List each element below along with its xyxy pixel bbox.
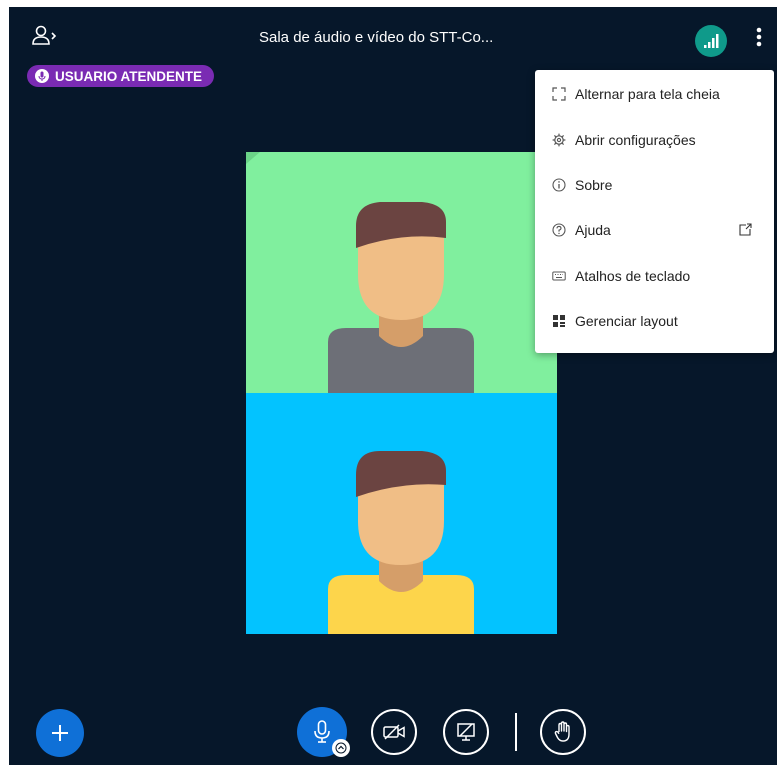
help-icon: [552, 223, 566, 237]
menu-item-help[interactable]: Ajuda: [535, 212, 774, 248]
menu-item-manage-layout[interactable]: Gerenciar layout: [535, 303, 774, 339]
share-camera-button[interactable]: [371, 709, 417, 755]
menu-item-shortcuts[interactable]: Atalhos de teclado: [535, 258, 774, 294]
actions-bar: [9, 697, 777, 765]
toolbar-divider: [515, 713, 517, 751]
layout-icon: [553, 315, 565, 327]
menu-item-settings[interactable]: Abrir configurações: [535, 122, 774, 158]
fullscreen-icon: [552, 87, 566, 101]
audio-settings-button[interactable]: [332, 739, 350, 757]
video-tile-1[interactable]: [246, 152, 557, 393]
menu-item-label: Atalhos de teclado: [575, 268, 691, 284]
signal-bars-icon: [704, 34, 719, 48]
microphone-icon: [314, 720, 330, 743]
keyboard-icon: [552, 271, 566, 281]
microphone-icon: [35, 69, 49, 83]
avatar: [328, 451, 474, 634]
screen-share-button[interactable]: [443, 709, 489, 755]
info-icon: [552, 178, 566, 192]
video-area: [246, 152, 557, 634]
menu-item-label: Gerenciar layout: [575, 313, 678, 329]
menu-item-label: Alternar para tela cheia: [575, 86, 720, 102]
more-vertical-icon: [756, 27, 762, 47]
menu-item-label: Abrir configurações: [575, 132, 696, 148]
avatar: [246, 152, 474, 393]
menu-item-fullscreen[interactable]: Alternar para tela cheia: [535, 76, 774, 112]
desktop-off-icon: [457, 723, 475, 741]
options-menu-button[interactable]: [751, 23, 767, 51]
raise-hand-button[interactable]: [540, 709, 586, 755]
video-tile-2[interactable]: [246, 393, 557, 634]
hand-icon: [554, 721, 570, 742]
connection-status-button[interactable]: [695, 25, 727, 57]
external-link-icon: [739, 223, 752, 236]
talking-user-name: USUARIO ATENDENTE: [55, 68, 203, 84]
gear-icon: [552, 133, 566, 147]
options-menu: Alternar para tela cheia Abrir configura…: [535, 70, 774, 353]
plus-icon: [52, 725, 68, 741]
user-list-icon: [32, 25, 57, 45]
conference-window: Sala de áudio e vídeo do STT-Co... USUAR…: [9, 7, 777, 765]
menu-item-label: Ajuda: [575, 222, 611, 238]
menu-item-about[interactable]: Sobre: [535, 167, 774, 203]
talking-indicator: USUARIO ATENDENTE: [27, 65, 215, 87]
top-bar: Sala de áudio e vídeo do STT-Co...: [9, 7, 777, 67]
chevron-up-icon: [335, 742, 347, 754]
menu-item-label: Sobre: [575, 177, 613, 193]
actions-button[interactable]: [36, 709, 84, 757]
video-off-icon: [383, 724, 405, 740]
user-list-toggle-button[interactable]: [31, 24, 59, 48]
meeting-title: Sala de áudio e vídeo do STT-Co...: [259, 29, 494, 46]
